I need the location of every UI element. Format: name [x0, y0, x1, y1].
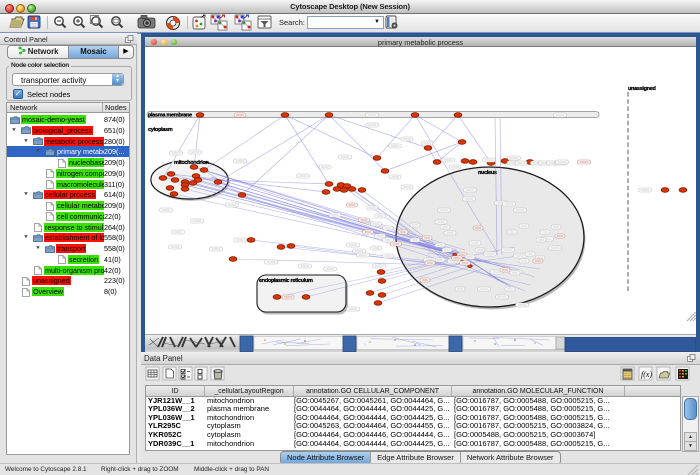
svg-text:unassigned: unassigned [628, 86, 656, 92]
svg-text:f(x): f(x) [641, 370, 652, 379]
svg-text:cytoplasm: cytoplasm [148, 127, 173, 133]
svg-text:nucleus: nucleus [478, 170, 497, 176]
svg-text:endoplasmic reticulum: endoplasmic reticulum [259, 278, 313, 284]
svg-text:plasma membrane: plasma membrane [148, 113, 192, 119]
